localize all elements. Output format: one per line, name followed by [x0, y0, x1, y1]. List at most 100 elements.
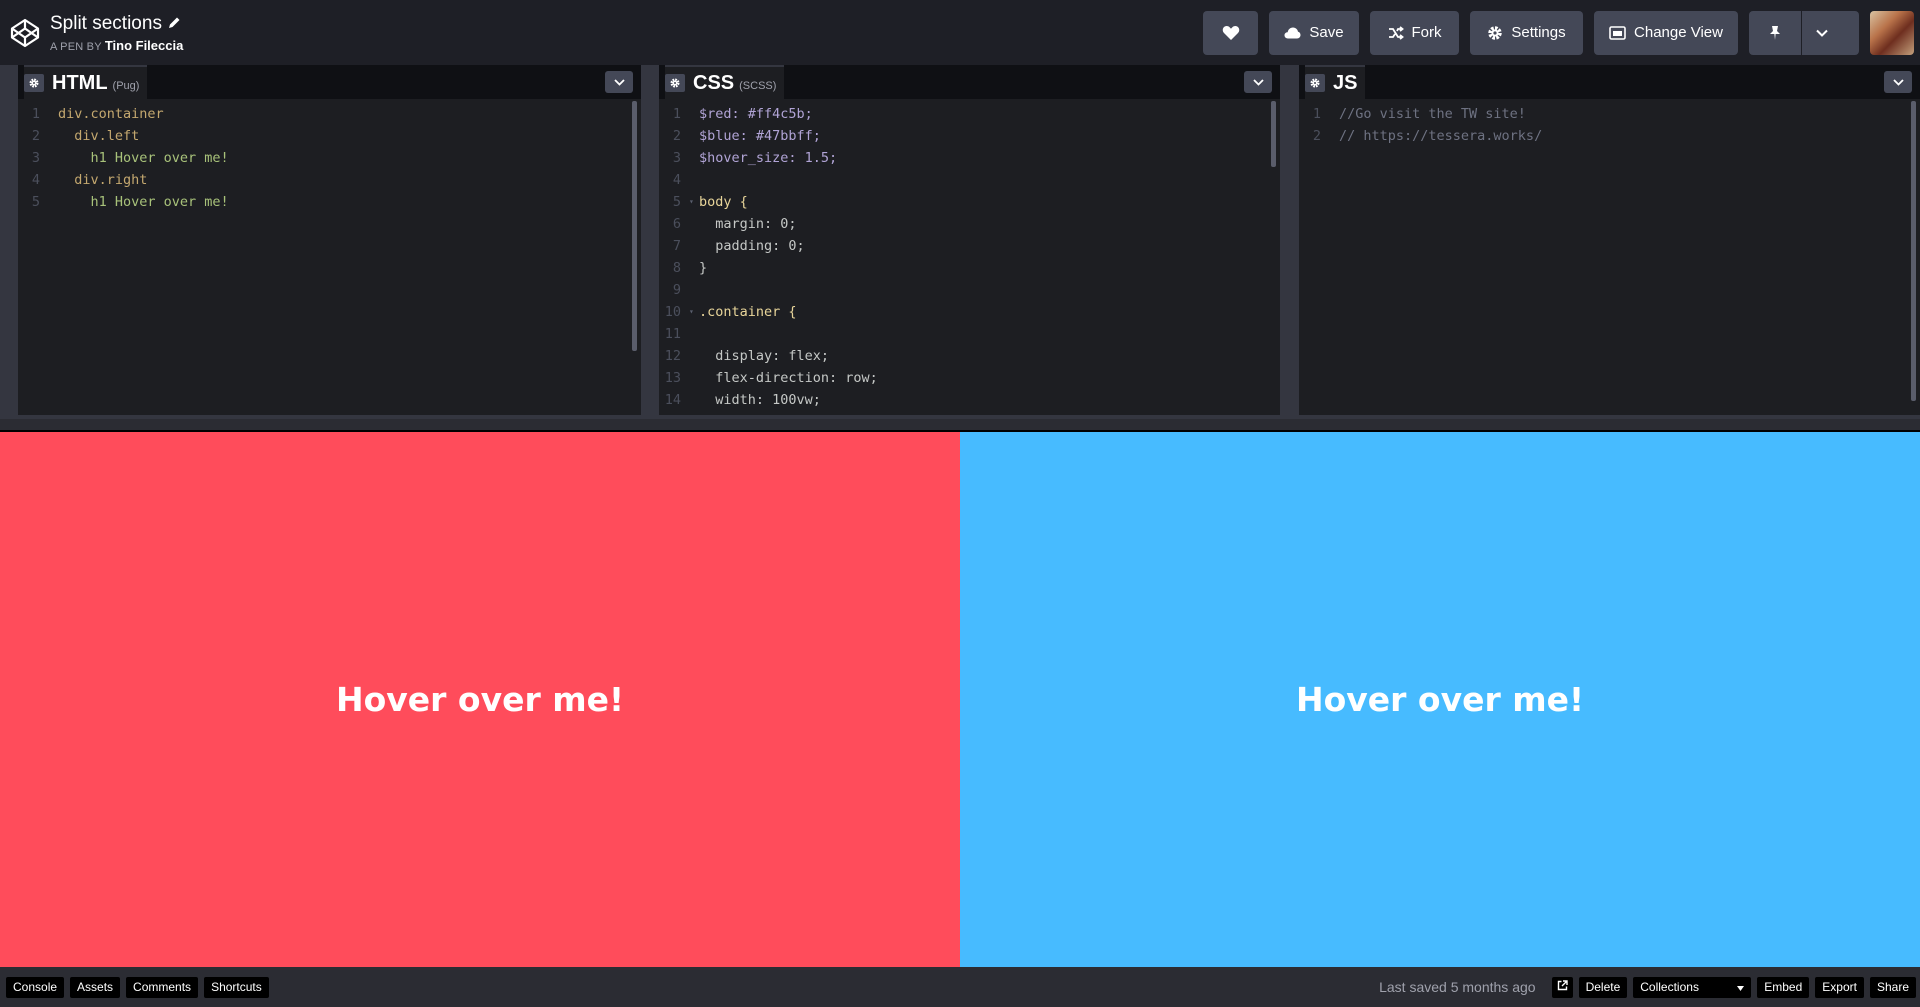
pen-title[interactable]: Split sections	[50, 13, 183, 35]
pen-title-text[interactable]: Split sections	[50, 13, 162, 35]
code-text: div.container	[58, 106, 164, 122]
code-text: display: flex;	[699, 348, 830, 364]
css-lang-label: CSS	[693, 71, 735, 94]
code-line: 10 ▾ .container {	[659, 301, 1280, 323]
css-scrollbar[interactable]	[1271, 101, 1276, 167]
code-text: width: 100vw;	[699, 392, 821, 408]
line-number: 4	[31, 172, 40, 188]
css-tab[interactable]: CSS (SCSS)	[665, 65, 785, 99]
shortcuts-button[interactable]: Shortcuts	[204, 976, 269, 998]
preview-resize-divider[interactable]	[0, 415, 1920, 432]
pen-byline: A PEN BY Tino Fileccia	[50, 38, 183, 53]
line-number: 5	[672, 194, 681, 210]
js-scrollbar[interactable]	[1911, 101, 1916, 401]
codepen-logo-icon[interactable]	[0, 0, 50, 65]
js-tab[interactable]: JS	[1305, 65, 1366, 99]
footer-right: Last saved 5 months ago Delete Collectio…	[1379, 967, 1916, 1007]
line-number: 5	[31, 194, 40, 210]
html-collapse-chevron-icon[interactable]	[605, 71, 633, 93]
code-line: 12 display: flex;	[659, 345, 1280, 367]
code-text: .container {	[699, 304, 797, 320]
user-avatar[interactable]	[1870, 10, 1914, 55]
change-view-button[interactable]: Change View	[1594, 10, 1738, 55]
code-text: // https://tessera.works/	[1339, 128, 1543, 144]
css-editor-header: CSS (SCSS)	[659, 65, 1280, 99]
line-number: 9	[672, 282, 681, 298]
delete-button[interactable]: Delete	[1578, 976, 1628, 998]
left-gutter[interactable]	[0, 65, 18, 415]
heart-icon	[1222, 25, 1240, 41]
code-text: div.right	[58, 172, 148, 188]
line-number: 3	[672, 150, 681, 166]
embed-button[interactable]: Embed	[1757, 976, 1810, 998]
save-label: Save	[1309, 24, 1344, 41]
code-line: 3 $hover_size: 1.5;	[659, 147, 1280, 169]
code-text: margin: 0;	[699, 216, 797, 232]
code-text: h1 Hover over me!	[58, 194, 229, 210]
css-settings-gear-icon[interactable]	[665, 74, 685, 92]
collections-dropdown[interactable]: Collections	[1633, 976, 1752, 998]
code-text: div.left	[58, 128, 140, 144]
js-collapse-chevron-icon[interactable]	[1884, 71, 1912, 93]
html-tab[interactable]: HTML (Pug)	[24, 65, 148, 99]
css-collapse-chevron-icon[interactable]	[1244, 71, 1272, 93]
author-link[interactable]: Tino Fileccia	[105, 38, 184, 53]
love-button[interactable]	[1203, 10, 1258, 55]
html-css-resizer[interactable]	[641, 65, 659, 415]
chevron-down-icon[interactable]	[1802, 29, 1842, 37]
open-external-button[interactable]	[1551, 976, 1573, 998]
line-number: 1	[31, 106, 40, 122]
html-settings-gear-icon[interactable]	[24, 74, 44, 92]
line-number: 14	[664, 392, 681, 408]
external-link-icon	[1557, 980, 1568, 994]
console-button[interactable]: Console	[6, 976, 65, 998]
line-number: 3	[31, 150, 40, 166]
line-number: 7	[672, 238, 681, 254]
js-lang-label: JS	[1333, 71, 1358, 94]
left-heading: Hover over me!	[335, 680, 625, 719]
code-line: 1 div.container	[18, 103, 641, 125]
export-button[interactable]: Export	[1815, 976, 1864, 998]
comments-button[interactable]: Comments	[126, 976, 199, 998]
header-actions: Save Fork Settings Change View	[1203, 0, 1920, 65]
gear-icon	[1487, 25, 1503, 41]
css-preprocessor-label: (SCSS)	[739, 79, 777, 92]
html-preprocessor-label: (Pug)	[112, 79, 140, 92]
html-code[interactable]: 1 div.container 2 div.left 3 h1 Hover ove…	[18, 99, 641, 213]
code-line: 5 ▾ body {	[659, 191, 1280, 213]
js-settings-gear-icon[interactable]	[1305, 74, 1325, 92]
css-js-resizer[interactable]	[1280, 65, 1299, 415]
layout-icon	[1609, 25, 1626, 40]
code-text: }	[699, 260, 708, 276]
code-line: 4 div.right	[18, 169, 641, 191]
edit-pencil-icon[interactable]	[168, 13, 181, 35]
pin-icon[interactable]	[1749, 25, 1801, 41]
code-line: 14 width: 100vw;	[659, 389, 1280, 411]
last-saved-status: Last saved 5 months ago	[1379, 979, 1535, 995]
pin-menu[interactable]	[1749, 10, 1859, 55]
code-text: h1 Hover over me!	[58, 150, 229, 166]
code-line: 8}	[659, 257, 1280, 279]
fork-icon	[1388, 25, 1404, 40]
line-number: 2	[31, 128, 40, 144]
css-code[interactable]: 1 $red: #ff4c5b; 2 $blue: #47bbff; 3 $hover…	[659, 99, 1280, 411]
last-saved-label: Last saved	[1379, 979, 1447, 995]
js-code[interactable]: 1 //Go visit the TW site! 2 // https://tes…	[1299, 99, 1920, 147]
settings-button[interactable]: Settings	[1470, 10, 1583, 55]
line-number: 10	[664, 304, 681, 320]
preview-left-section[interactable]: Hover over me!	[0, 432, 960, 967]
share-button[interactable]: Share	[1869, 976, 1916, 998]
js-header-bar	[1299, 65, 1920, 99]
preview-right-section[interactable]: Hover over me!	[960, 432, 1920, 967]
save-button[interactable]: Save	[1269, 10, 1359, 55]
fork-button[interactable]: Fork	[1370, 10, 1459, 55]
code-text: $hover_size: 1.5;	[699, 150, 838, 166]
code-line: 1 //Go visit the TW site!	[1299, 103, 1920, 125]
html-scrollbar[interactable]	[632, 101, 637, 351]
code-line: 2 // https://tessera.works/	[1299, 125, 1920, 147]
assets-button[interactable]: Assets	[70, 976, 121, 998]
caret-down-icon	[1737, 980, 1745, 994]
header: Split sections A PEN BY Tino Fileccia Sa…	[0, 0, 1920, 65]
js-editor: JS 1 //Go visit the TW site! 2 // https://…	[1299, 65, 1920, 415]
code-line: 5 h1 Hover over me!	[18, 191, 641, 213]
